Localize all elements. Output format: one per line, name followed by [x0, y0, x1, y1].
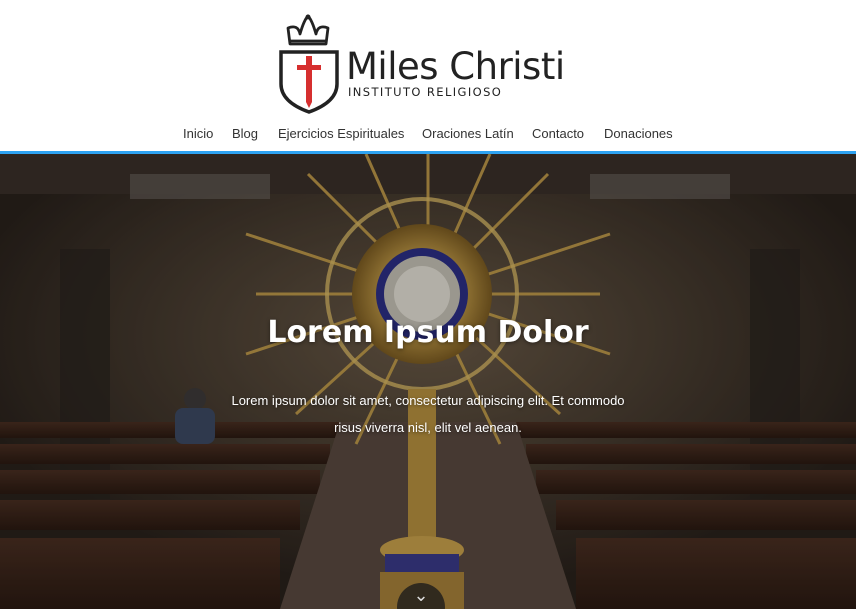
- nav-item-ejercicios[interactable]: Ejercicios Espirituales: [278, 126, 404, 141]
- hero-text: Lorem ipsum dolor sit amet, consectetur …: [231, 393, 625, 435]
- scroll-down-button[interactable]: ⌄: [397, 583, 445, 609]
- hero-background-image: [0, 154, 856, 609]
- main-nav: Inicio Blog Ejercicios Espirituales Orac…: [0, 126, 856, 144]
- chevron-down-icon: ⌄: [413, 585, 429, 605]
- site-header: Miles Christi INSTITUTO RELIGIOSO Inicio…: [0, 0, 856, 152]
- site-tagline: INSTITUTO RELIGIOSO: [348, 85, 503, 99]
- hero-section: Lorem Ipsum Dolor Lorem ipsum dolor sit …: [0, 154, 856, 609]
- nav-item-blog[interactable]: Blog: [232, 126, 258, 141]
- nav-item-inicio[interactable]: Inicio: [183, 126, 213, 141]
- crest-icon: [279, 14, 339, 114]
- nav-item-contacto[interactable]: Contacto: [532, 126, 584, 141]
- site-logo[interactable]: Miles Christi INSTITUTO RELIGIOSO: [278, 14, 583, 114]
- nav-item-oraciones[interactable]: Oraciones Latín: [422, 126, 514, 141]
- site-name: Miles Christi: [346, 45, 565, 88]
- hero-title: Lorem Ipsum Dolor: [267, 315, 589, 350]
- nav-item-donaciones[interactable]: Donaciones: [604, 126, 673, 141]
